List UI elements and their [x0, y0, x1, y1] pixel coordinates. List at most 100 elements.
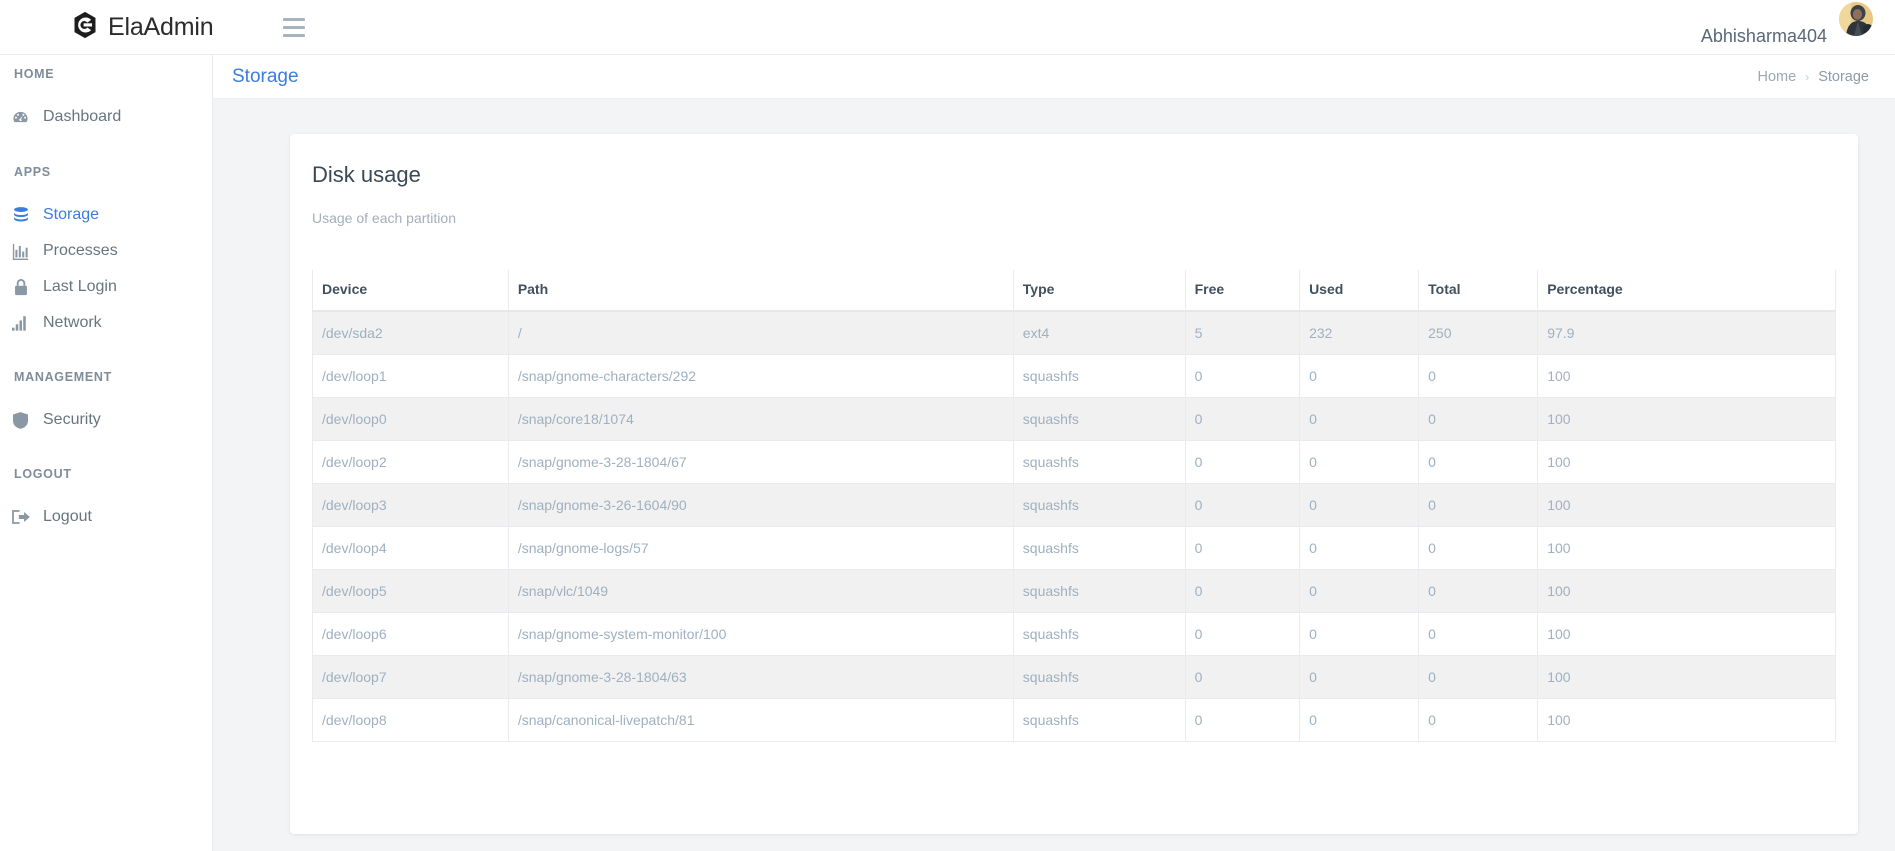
total-cell: 0 — [1419, 570, 1538, 613]
sidebar-item-storage[interactable]: Storage — [0, 197, 212, 233]
percentage-cell: 100 — [1538, 656, 1836, 699]
used-cell: 0 — [1300, 527, 1419, 570]
device-cell: /dev/loop1 — [313, 355, 509, 398]
dashboard-icon — [11, 109, 30, 126]
free-cell: 0 — [1185, 656, 1300, 699]
sidebar-item-label: Processes — [43, 242, 118, 260]
card-title: Disk usage — [312, 162, 1836, 188]
type-cell: squashfs — [1013, 398, 1185, 441]
col-free[interactable]: Free — [1185, 270, 1300, 311]
breadcrumb: Home › Storage — [1758, 69, 1869, 85]
used-cell: 0 — [1300, 484, 1419, 527]
avatar[interactable] — [1839, 2, 1873, 36]
breadcrumb-current: Storage — [1818, 69, 1869, 85]
signal-icon — [11, 315, 30, 331]
sidebar-item-logout[interactable]: Logout — [0, 499, 212, 535]
path-cell: /snap/gnome-3-26-1604/90 — [508, 484, 1013, 527]
breadcrumb-home[interactable]: Home — [1758, 69, 1797, 85]
percentage-cell: 100 — [1538, 699, 1836, 742]
used-cell: 0 — [1300, 699, 1419, 742]
type-cell: squashfs — [1013, 527, 1185, 570]
type-cell: ext4 — [1013, 311, 1185, 355]
chevron-right-icon: › — [1805, 70, 1809, 84]
type-cell: squashfs — [1013, 656, 1185, 699]
table-row[interactable]: /dev/loop7/snap/gnome-3-28-1804/63squash… — [313, 656, 1836, 699]
type-cell: squashfs — [1013, 570, 1185, 613]
total-cell: 0 — [1419, 441, 1538, 484]
disk-usage-table: Device Path Type Free Used Total Percent… — [312, 270, 1836, 742]
sidebar-heading-management: MANAGEMENT — [0, 370, 212, 384]
path-cell: / — [508, 311, 1013, 355]
used-cell: 232 — [1300, 311, 1419, 355]
table-row[interactable]: /dev/loop5/snap/vlc/1049squashfs000100 — [313, 570, 1836, 613]
table-row[interactable]: /dev/loop4/snap/gnome-logs/57squashfs000… — [313, 527, 1836, 570]
free-cell: 0 — [1185, 699, 1300, 742]
main-content: Storage Home › Storage Disk usage Usage … — [213, 55, 1895, 851]
path-cell: /snap/gnome-characters/292 — [508, 355, 1013, 398]
hamburger-icon[interactable] — [280, 12, 310, 42]
table-row[interactable]: /dev/loop8/snap/canonical-livepatch/81sq… — [313, 699, 1836, 742]
percentage-cell: 100 — [1538, 355, 1836, 398]
ela-circle-logo-icon — [70, 10, 100, 45]
device-cell: /dev/sda2 — [313, 311, 509, 355]
table-row[interactable]: /dev/loop2/snap/gnome-3-28-1804/67squash… — [313, 441, 1836, 484]
free-cell: 0 — [1185, 398, 1300, 441]
total-cell: 250 — [1419, 311, 1538, 355]
brand-logo[interactable]: ElaAdmin — [70, 0, 213, 55]
col-percentage[interactable]: Percentage — [1538, 270, 1836, 311]
free-cell: 5 — [1185, 311, 1300, 355]
table-header: Device Path Type Free Used Total Percent… — [313, 270, 1836, 311]
sidebar-item-security[interactable]: Security — [0, 402, 212, 438]
total-cell: 0 — [1419, 527, 1538, 570]
percentage-cell: 100 — [1538, 484, 1836, 527]
table-row[interactable]: /dev/loop3/snap/gnome-3-26-1604/90squash… — [313, 484, 1836, 527]
card-subtitle: Usage of each partition — [312, 210, 1836, 226]
page-header: Storage Home › Storage — [213, 55, 1895, 99]
device-cell: /dev/loop0 — [313, 398, 509, 441]
device-cell: /dev/loop5 — [313, 570, 509, 613]
sidebar-heading-apps: APPS — [0, 165, 212, 179]
brand-name: ElaAdmin — [108, 15, 213, 40]
col-used[interactable]: Used — [1300, 270, 1419, 311]
table-row[interactable]: /dev/loop1/snap/gnome-characters/292squa… — [313, 355, 1836, 398]
col-device[interactable]: Device — [313, 270, 509, 311]
device-cell: /dev/loop6 — [313, 613, 509, 656]
hamburger-bar — [283, 26, 305, 29]
sidebar-item-label: Storage — [43, 206, 99, 224]
device-cell: /dev/loop3 — [313, 484, 509, 527]
total-cell: 0 — [1419, 484, 1538, 527]
sidebar-item-label: Network — [43, 314, 102, 332]
free-cell: 0 — [1185, 441, 1300, 484]
lock-icon — [11, 279, 30, 296]
total-cell: 0 — [1419, 656, 1538, 699]
table-body: /dev/sda2/ext4523225097.9/dev/loop1/snap… — [313, 311, 1836, 742]
total-cell: 0 — [1419, 398, 1538, 441]
free-cell: 0 — [1185, 527, 1300, 570]
col-total[interactable]: Total — [1419, 270, 1538, 311]
col-path[interactable]: Path — [508, 270, 1013, 311]
used-cell: 0 — [1300, 656, 1419, 699]
path-cell: /snap/vlc/1049 — [508, 570, 1013, 613]
table-row[interactable]: /dev/sda2/ext4523225097.9 — [313, 311, 1836, 355]
device-cell: /dev/loop2 — [313, 441, 509, 484]
path-cell: /snap/gnome-logs/57 — [508, 527, 1013, 570]
sidebar-item-processes[interactable]: Processes — [0, 233, 212, 269]
table-row[interactable]: /dev/loop6/snap/gnome-system-monitor/100… — [313, 613, 1836, 656]
used-cell: 0 — [1300, 355, 1419, 398]
sidebar-item-label: Security — [43, 411, 101, 429]
used-cell: 0 — [1300, 441, 1419, 484]
type-cell: squashfs — [1013, 613, 1185, 656]
percentage-cell: 97.9 — [1538, 311, 1836, 355]
sidebar-item-last-login[interactable]: Last Login — [0, 269, 212, 305]
free-cell: 0 — [1185, 613, 1300, 656]
type-cell: squashfs — [1013, 484, 1185, 527]
user-menu[interactable]: Abhisharma404 — [1701, 0, 1881, 55]
hamburger-bar — [283, 34, 305, 37]
col-type[interactable]: Type — [1013, 270, 1185, 311]
sidebar-item-dashboard[interactable]: Dashboard — [0, 99, 212, 135]
free-cell: 0 — [1185, 355, 1300, 398]
sidebar-item-network[interactable]: Network — [0, 305, 212, 341]
table-row[interactable]: /dev/loop0/snap/core18/1074squashfs00010… — [313, 398, 1836, 441]
percentage-cell: 100 — [1538, 527, 1836, 570]
path-cell: /snap/gnome-system-monitor/100 — [508, 613, 1013, 656]
